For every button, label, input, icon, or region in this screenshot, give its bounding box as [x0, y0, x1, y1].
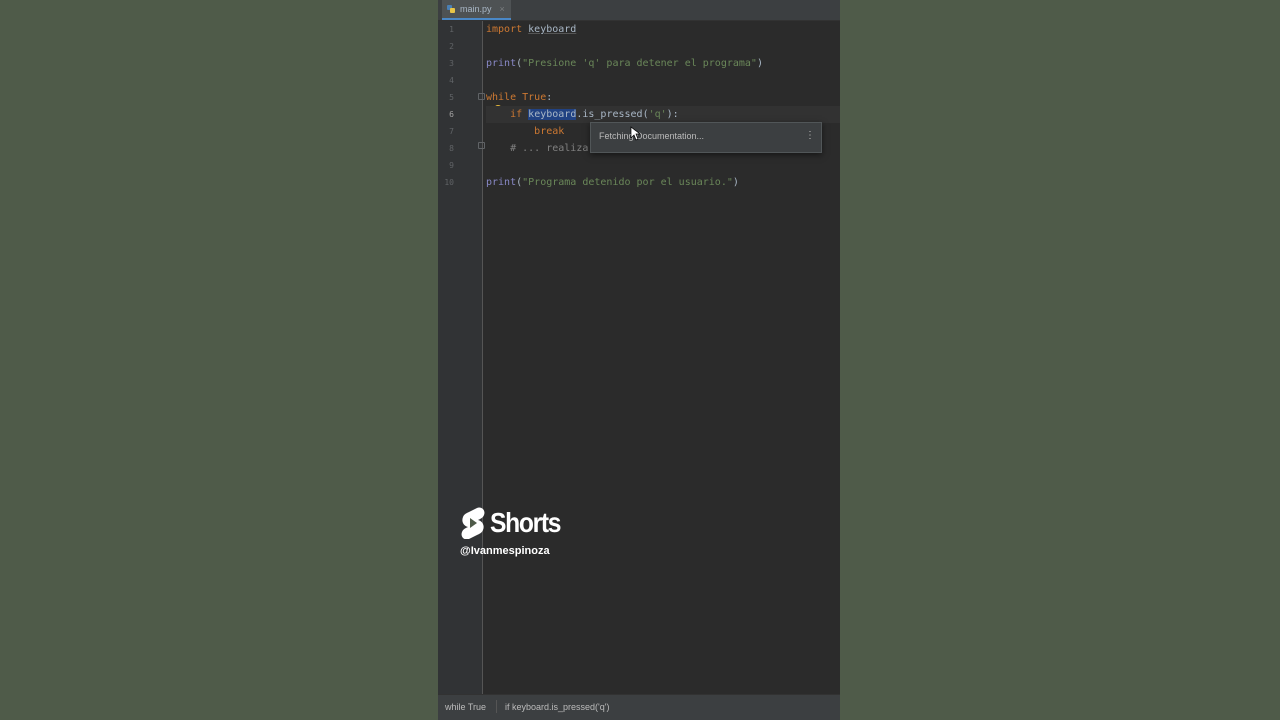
line-number: 5	[449, 93, 454, 102]
line-number: 1	[449, 25, 454, 34]
method-call: .is_pressed(	[576, 109, 649, 120]
module-name: keyboard	[528, 24, 577, 35]
string-literal: "Presione 'q' para detener el programa"	[522, 58, 757, 69]
paren: )	[732, 177, 739, 188]
line-number: 2	[449, 42, 454, 51]
channel-handle[interactable]: @Ivanmespinoza	[460, 545, 550, 557]
string-literal: 'q'	[648, 109, 667, 120]
more-options-icon[interactable]: ⋮	[805, 131, 815, 141]
python-file-icon	[447, 5, 455, 13]
line-number-gutter: 1 2 3 4 5 6 7 8 9 10	[438, 21, 485, 695]
code-line-10: print("Programa detenido por el usuario.…	[486, 174, 840, 191]
function-name: print	[486, 58, 517, 69]
shorts-logo-icon	[461, 507, 485, 539]
line-number: 9	[449, 161, 454, 170]
line-number-active: 6	[449, 110, 454, 119]
breadcrumb-separator	[496, 700, 497, 713]
breadcrumb-bar: while True if keyboard.is_pressed('q')	[438, 694, 840, 720]
code-line-6: if keyboard.is_pressed('q'):	[486, 106, 840, 123]
shorts-watermark: Shorts @Ivanmespinoza	[460, 507, 620, 567]
fold-close-icon[interactable]	[478, 142, 485, 149]
string-literal: "Programa detenido por el usuario."	[522, 177, 733, 188]
close-tab-icon[interactable]: ×	[500, 4, 505, 14]
tab-main-py[interactable]: main.py ×	[442, 0, 511, 20]
line-number: 7	[449, 127, 454, 136]
comment: # ... realiza	[510, 143, 589, 154]
mouse-pointer-icon	[630, 126, 640, 141]
code-line-5: while True:	[486, 89, 840, 106]
keyword: if	[510, 109, 523, 120]
popup-status-text: Fetching Documentation...	[599, 131, 705, 141]
code-line-1: import keyboard	[486, 21, 840, 38]
ide-window: main.py × 1 2 3 4 5 6 7 8 9 10 import ke…	[438, 0, 840, 720]
line-number: 10	[444, 178, 454, 187]
fold-open-icon[interactable]	[478, 93, 485, 100]
line-number: 8	[449, 144, 454, 153]
selected-identifier: keyboard	[528, 109, 577, 120]
paren-colon: ):	[666, 109, 679, 120]
shorts-wordmark: Shorts	[490, 507, 561, 538]
breadcrumb-if[interactable]: if keyboard.is_pressed('q')	[505, 702, 609, 712]
keyword: while	[486, 92, 517, 103]
editor-tab-bar: main.py ×	[438, 0, 840, 21]
code-line-3: print("Presione 'q' para detener el prog…	[486, 55, 840, 72]
paren: )	[756, 58, 763, 69]
colon: :	[546, 92, 553, 103]
keyword: import	[486, 24, 523, 35]
keyword-true: True	[522, 92, 547, 103]
line-number: 3	[449, 59, 454, 68]
line-number: 4	[449, 76, 454, 85]
tab-label: main.py	[460, 4, 492, 14]
function-name: print	[486, 177, 517, 188]
breadcrumb-while[interactable]: while True	[445, 702, 486, 712]
keyword: break	[534, 126, 565, 137]
documentation-popup: Fetching Documentation... ⋮	[590, 122, 822, 153]
